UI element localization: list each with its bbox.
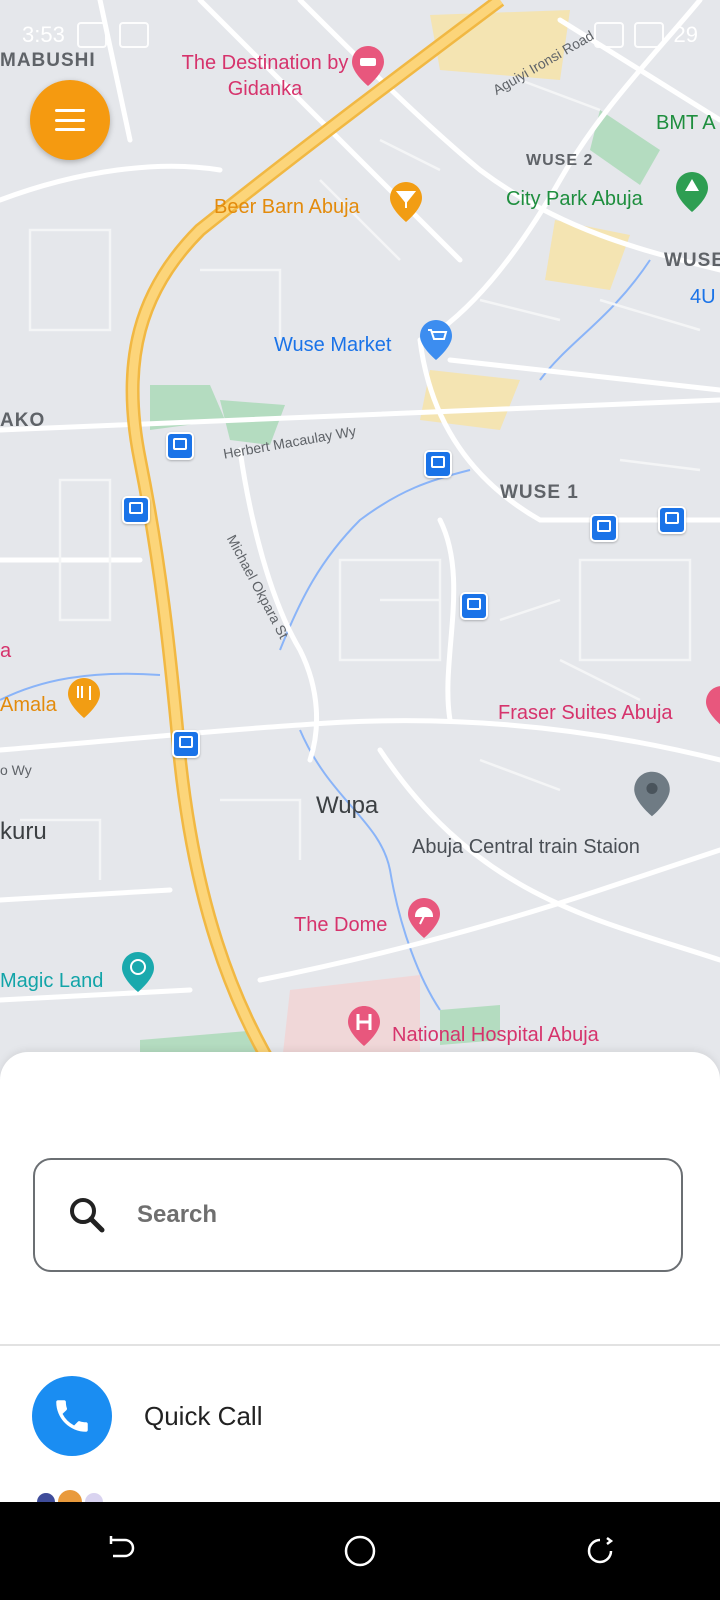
bus-stop-icon[interactable] xyxy=(172,730,200,758)
hamburger-menu-icon xyxy=(55,109,85,131)
place-label[interactable]: Abuja Central train Staion xyxy=(412,836,640,859)
place-label[interactable]: Magic Land xyxy=(0,970,103,993)
place-label[interactable]: Beer Barn Abuja xyxy=(214,196,360,219)
bus-stop-icon[interactable] xyxy=(590,514,618,542)
bus-stop-icon[interactable] xyxy=(424,450,452,478)
bus-stop-icon[interactable] xyxy=(658,506,686,534)
district-label: WUSE 1 xyxy=(500,482,579,503)
home-icon[interactable] xyxy=(330,1521,390,1581)
phone-icon xyxy=(32,1376,112,1456)
place-label[interactable]: BMT A xyxy=(656,112,716,135)
map-pin-icon[interactable] xyxy=(632,768,672,820)
status-time: 3:53 xyxy=(22,22,65,47)
bus-stop-icon[interactable] xyxy=(166,432,194,460)
search-bar[interactable] xyxy=(33,1158,683,1272)
place-label[interactable]: The Destination by Gidanka xyxy=(180,50,350,102)
area-label: kuru xyxy=(0,818,47,845)
place-label[interactable]: City Park Abuja xyxy=(506,188,643,211)
district-label: WUSE xyxy=(664,250,720,271)
place-label[interactable]: The Dome xyxy=(294,914,387,937)
back-icon[interactable] xyxy=(90,1521,150,1581)
bottom-sheet[interactable]: Quick Call xyxy=(0,1052,720,1514)
park-tree-icon[interactable] xyxy=(674,170,710,214)
menu-button[interactable] xyxy=(30,80,110,160)
bus-stop-icon[interactable] xyxy=(122,496,150,524)
quick-call-label: Quick Call xyxy=(144,1400,263,1431)
signal-icon xyxy=(633,22,664,48)
district-label: MABUSHI xyxy=(0,50,96,71)
place-label[interactable]: a xyxy=(0,640,11,663)
restaurant-icon[interactable] xyxy=(66,676,102,720)
shopping-cart-icon[interactable] xyxy=(418,318,454,362)
hotel-icon[interactable] xyxy=(704,684,720,728)
wifi-icon xyxy=(593,22,624,48)
notification-icon xyxy=(118,22,149,48)
notification-icon xyxy=(76,22,107,48)
system-nav-bar xyxy=(0,1502,720,1600)
district-label: AKO xyxy=(0,410,46,431)
search-icon xyxy=(57,1195,117,1235)
place-label[interactable]: National Hospital Abuja xyxy=(392,1024,599,1047)
street-label: o Wy xyxy=(0,762,32,778)
divider xyxy=(0,1344,720,1346)
bus-stop-icon[interactable] xyxy=(460,592,488,620)
battery-level: 29 xyxy=(673,22,698,47)
quick-call-button[interactable]: Quick Call xyxy=(32,1376,692,1456)
search-input[interactable] xyxy=(135,1200,619,1230)
hotel-icon[interactable] xyxy=(350,44,386,88)
beach-umbrella-icon[interactable] xyxy=(406,896,442,940)
area-label: Wupa xyxy=(316,792,379,819)
place-label[interactable]: Wuse Market xyxy=(274,334,391,357)
place-label[interactable]: 4U xyxy=(690,286,716,309)
map-view[interactable]: 3:53 29 MABUSHI WUSE 2 AKO WUSE 1 WUSE B… xyxy=(0,0,720,1080)
hospital-icon[interactable] xyxy=(346,1004,382,1048)
district-label: WUSE 2 xyxy=(526,152,594,169)
amusement-park-icon[interactable] xyxy=(120,950,156,994)
place-label[interactable]: Amala xyxy=(0,694,57,717)
recents-icon[interactable] xyxy=(570,1521,630,1581)
cocktail-bar-icon[interactable] xyxy=(388,180,424,224)
place-label[interactable]: Fraser Suites Abuja xyxy=(498,702,673,725)
